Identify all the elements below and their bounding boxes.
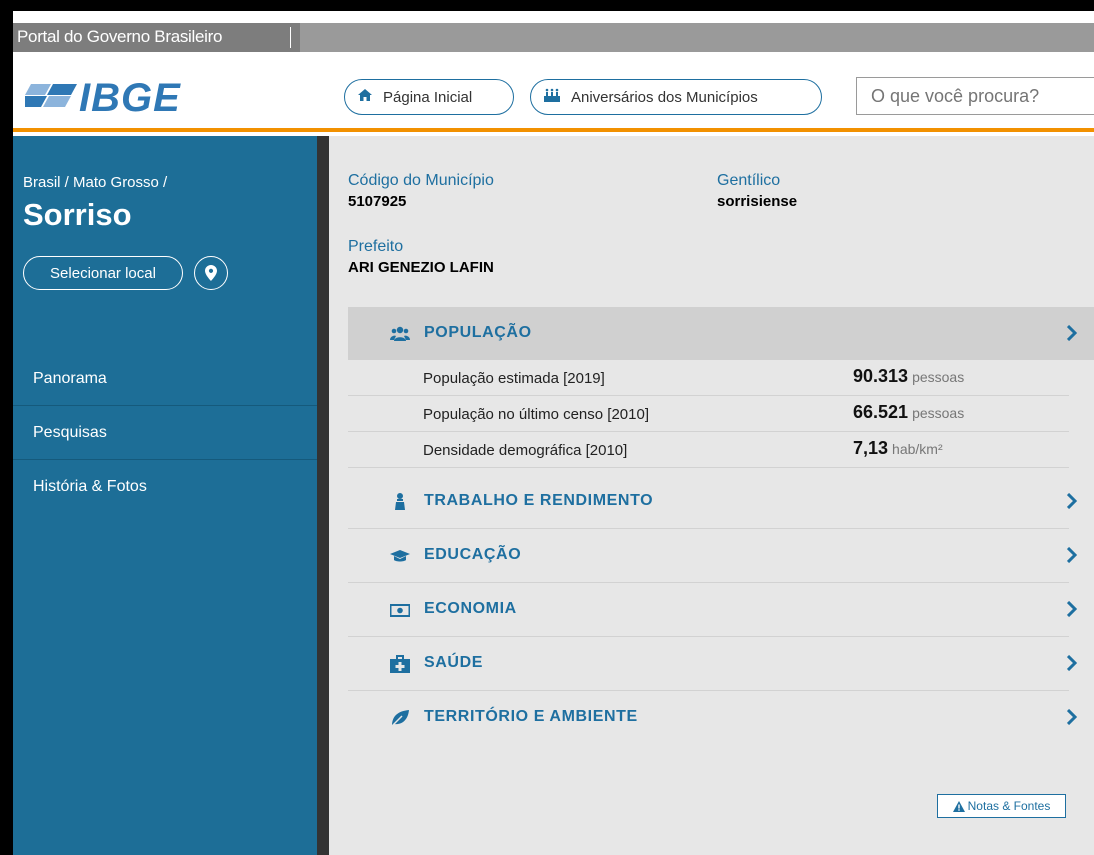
- notes-sources-label: Notas & Fontes: [967, 799, 1051, 813]
- ibge-logo-text: IBGE: [79, 76, 181, 120]
- gentilic-value: sorrisiense: [717, 193, 798, 210]
- section-title: TRABALHO E RENDIMENTO: [424, 492, 654, 509]
- map-pin-icon: [205, 265, 217, 281]
- row-value: 90.313 pessoas: [853, 366, 964, 387]
- section-economia[interactable]: ECONOMIA: [348, 583, 1077, 637]
- search-input[interactable]: [856, 77, 1094, 115]
- row-label: População no último censo [2010]: [423, 406, 649, 423]
- chevron-right-icon: [1067, 601, 1077, 617]
- ibge-logo-mark-icon: [25, 84, 77, 107]
- mayor-value: ARI GENEZIO LAFIN: [348, 259, 494, 276]
- home-icon: [357, 88, 373, 106]
- section-territorio-ambiente[interactable]: TERRITÓRIO E AMBIENTE: [348, 691, 1077, 745]
- row-number: 90.313: [853, 366, 909, 386]
- home-button[interactable]: Página Inicial: [344, 79, 514, 115]
- row-unit: pessoas: [912, 405, 965, 421]
- sidebar: Brasil / Mato Grosso / Sorriso Seleciona…: [13, 136, 317, 855]
- page-frame: Portal do Governo Brasileiro IBGE Página…: [13, 11, 1094, 855]
- anniversaries-button-label: Aniversários dos Municípios: [571, 88, 758, 106]
- birthday-cake-icon: [543, 87, 561, 107]
- anniversaries-button[interactable]: Aniversários dos Municípios: [530, 79, 822, 115]
- site-header: IBGE Página Inicial Aniversários dos Mun…: [13, 52, 1094, 132]
- gov-bar-divider: [290, 27, 291, 48]
- main-content: Código do Município 5107925 Gentílico so…: [329, 136, 1094, 855]
- sidebar-item-historia-fotos[interactable]: História & Fotos: [13, 460, 317, 514]
- section-title: POPULAÇÃO: [424, 324, 532, 341]
- gov-bar-title[interactable]: Portal do Governo Brasileiro: [17, 27, 222, 47]
- row-unit: hab/km²: [892, 441, 943, 457]
- worker-icon: [395, 493, 405, 510]
- row-number: 7,13: [853, 438, 889, 458]
- mayor-label: Prefeito: [348, 238, 404, 255]
- row-number: 66.521: [853, 402, 909, 422]
- city-title: Sorriso: [23, 197, 132, 232]
- gentilic-label: Gentílico: [717, 172, 781, 189]
- breadcrumb[interactable]: Brasil / Mato Grosso /: [23, 174, 167, 191]
- people-icon: [390, 326, 410, 341]
- chevron-right-icon: [1067, 655, 1077, 671]
- section-saude[interactable]: SAÚDE: [348, 637, 1077, 691]
- row-label: Densidade demográfica [2010]: [423, 442, 628, 459]
- table-row: População estimada [2019] 90.313 pessoas: [348, 360, 1069, 396]
- chevron-right-icon: [1067, 547, 1077, 563]
- section-title: SAÚDE: [424, 654, 484, 671]
- leaf-icon: [390, 710, 409, 728]
- municipality-code-value: 5107925: [348, 193, 407, 210]
- section-trabalho-rendimento[interactable]: TRABALHO E RENDIMENTO: [348, 475, 1077, 529]
- warning-icon: [952, 800, 965, 812]
- graduation-cap-icon: [390, 550, 410, 562]
- chevron-right-icon: [1067, 325, 1077, 341]
- municipality-code-label: Código do Município: [348, 172, 494, 189]
- section-educacao[interactable]: EDUCAÇÃO: [348, 529, 1077, 583]
- table-row: População no último censo [2010] 66.521 p…: [348, 396, 1069, 432]
- top-nav: Página Inicial Aniversários dos Municípi…: [329, 64, 1094, 132]
- row-value: 7,13 hab/km²: [853, 438, 943, 459]
- sidebar-item-panorama[interactable]: Panorama: [13, 352, 317, 406]
- notes-sources-button[interactable]: Notas & Fontes: [937, 794, 1066, 818]
- medkit-icon: [390, 655, 410, 673]
- row-value: 66.521 pessoas: [853, 402, 964, 423]
- section-title: ECONOMIA: [424, 600, 517, 617]
- section-title: TERRITÓRIO E AMBIENTE: [424, 708, 638, 725]
- gov-bar-right: [300, 23, 1094, 52]
- select-location-button[interactable]: Selecionar local: [23, 256, 183, 290]
- sidebar-item-pesquisas[interactable]: Pesquisas: [13, 406, 317, 460]
- ibge-logo[interactable]: IBGE: [13, 52, 329, 132]
- chevron-right-icon: [1067, 709, 1077, 725]
- row-label: População estimada [2019]: [423, 370, 605, 387]
- section-title: EDUCAÇÃO: [424, 546, 522, 563]
- chevron-right-icon: [1067, 493, 1077, 509]
- money-icon: [390, 604, 410, 617]
- row-unit: pessoas: [912, 369, 965, 385]
- location-pin-button[interactable]: [194, 256, 228, 290]
- sidebar-gutter: [317, 136, 329, 855]
- home-button-label: Página Inicial: [383, 88, 473, 106]
- section-populacao[interactable]: POPULAÇÃO: [348, 307, 1094, 360]
- table-row: Densidade demográfica [2010] 7,13 hab/km²: [348, 432, 1069, 468]
